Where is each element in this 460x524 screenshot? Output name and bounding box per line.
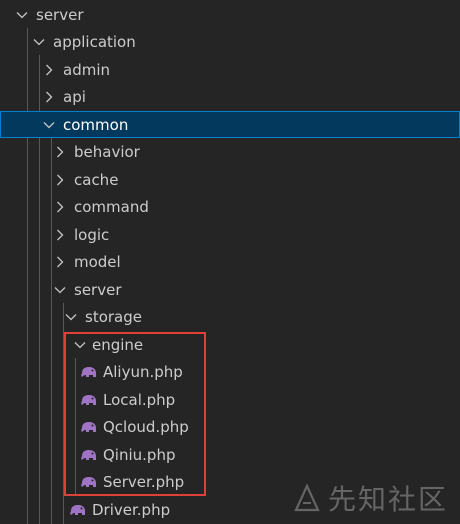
tree-file-qcloud[interactable]: Qcloud.php bbox=[0, 413, 460, 440]
tree-label: server bbox=[74, 280, 122, 299]
tree-label: common bbox=[63, 115, 129, 134]
php-elephant-icon bbox=[80, 393, 98, 407]
php-elephant-icon bbox=[80, 365, 98, 379]
tree-folder-common[interactable]: common bbox=[0, 111, 460, 138]
chevron-right-icon bbox=[52, 254, 68, 270]
tree-label: storage bbox=[85, 307, 142, 326]
tree-label: logic bbox=[74, 225, 110, 244]
chevron-down-icon bbox=[41, 117, 57, 133]
tree-label: Qcloud.php bbox=[103, 417, 189, 436]
chevron-right-icon bbox=[52, 199, 68, 215]
php-elephant-icon bbox=[69, 503, 87, 517]
tree-label: Aliyun.php bbox=[103, 362, 183, 381]
tree-label: engine bbox=[92, 335, 144, 354]
chevron-down-icon bbox=[14, 7, 30, 23]
tree-label: Server.php bbox=[103, 472, 185, 491]
chevron-right-icon bbox=[52, 227, 68, 243]
tree-label: admin bbox=[63, 60, 110, 79]
tree-folder-server[interactable]: server bbox=[0, 276, 460, 303]
tree-label: server bbox=[36, 5, 84, 24]
chevron-down-icon bbox=[52, 282, 68, 298]
watermark: 先知社区 bbox=[292, 478, 448, 518]
tree-folder-command[interactable]: command bbox=[0, 193, 460, 220]
chevron-right-icon bbox=[52, 144, 68, 160]
tree-folder-server-root[interactable]: server bbox=[0, 1, 460, 28]
tree-label: Local.php bbox=[103, 390, 176, 409]
tree-folder-application[interactable]: application bbox=[0, 28, 460, 55]
tree-label: Qiniu.php bbox=[103, 445, 176, 464]
watermark-logo-icon bbox=[292, 483, 322, 513]
php-elephant-icon bbox=[80, 420, 98, 434]
tree-folder-engine[interactable]: engine bbox=[0, 331, 460, 358]
chevron-right-icon bbox=[52, 172, 68, 188]
watermark-text: 先知社区 bbox=[327, 483, 448, 516]
php-elephant-icon bbox=[80, 475, 98, 489]
tree-label: cache bbox=[74, 170, 119, 189]
tree-label: application bbox=[53, 32, 136, 51]
tree-file-aliyun[interactable]: Aliyun.php bbox=[0, 358, 460, 385]
tree-label: model bbox=[74, 252, 121, 271]
tree-folder-model[interactable]: model bbox=[0, 248, 460, 275]
tree-label: behavior bbox=[74, 142, 140, 161]
tree-folder-admin[interactable]: admin bbox=[0, 56, 460, 83]
chevron-right-icon bbox=[41, 62, 57, 78]
tree-folder-storage[interactable]: storage bbox=[0, 303, 460, 330]
tree-folder-behavior[interactable]: behavior bbox=[0, 138, 460, 165]
tree-folder-logic[interactable]: logic bbox=[0, 221, 460, 248]
tree-folder-cache[interactable]: cache bbox=[0, 166, 460, 193]
tree-label: api bbox=[63, 87, 86, 106]
tree-file-qiniu[interactable]: Qiniu.php bbox=[0, 441, 460, 468]
tree-file-local[interactable]: Local.php bbox=[0, 386, 460, 413]
chevron-down-icon bbox=[72, 337, 88, 353]
tree-folder-api[interactable]: api bbox=[0, 83, 460, 110]
tree-label: Driver.php bbox=[92, 500, 171, 519]
chevron-down-icon bbox=[63, 309, 79, 325]
php-elephant-icon bbox=[80, 448, 98, 462]
tree-label: command bbox=[74, 197, 149, 216]
chevron-down-icon bbox=[31, 34, 47, 50]
chevron-right-icon bbox=[41, 89, 57, 105]
